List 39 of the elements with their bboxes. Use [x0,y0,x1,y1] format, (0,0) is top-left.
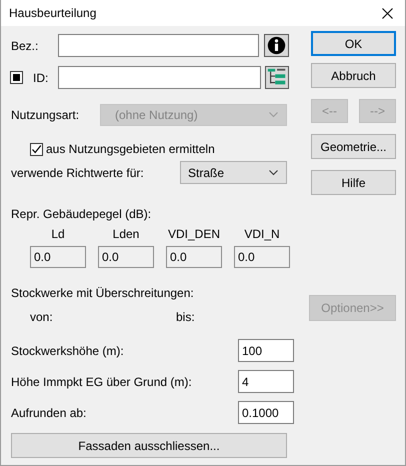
name-field[interactable] [58,34,259,57]
section-label: Repr. Gebäudepegel (dB): [11,206,152,222]
button[interactable]: Abbruch [311,63,396,88]
button[interactable]: Hilfe [311,170,396,195]
column-label: VDI_DEN [166,226,221,242]
checkbox[interactable] [10,71,23,84]
number-field[interactable]: 0.1000 [238,401,294,424]
button[interactable]: Geometrie... [311,134,396,159]
column-label: Ld [50,226,66,242]
checkbox[interactable] [30,142,43,156]
chevron-icon [269,112,278,118]
info-icon[interactable] [264,34,289,57]
field-label: Stockwerkshöhe (m): [11,344,124,358]
tree-list-icon[interactable] [265,66,289,89]
level-field: 0.0 [234,246,290,268]
section-label: Stockwerke mit Überschreitungen: [11,285,194,301]
field-label: Bez.: [11,38,40,52]
number-field[interactable]: 4 [238,370,294,393]
field-label: ID: [33,70,50,84]
window-title: Hausbeurteilung [9,6,98,20]
chevron-icon [269,170,278,176]
field-label: Nutzungsart: [11,108,80,122]
range-label: von: [30,310,54,324]
level-field: 0.0 [30,246,86,268]
number-field[interactable]: 100 [238,339,294,362]
guideline-dropdown[interactable]: Straße [180,161,287,184]
level-field: 0.0 [98,246,154,268]
column-label: Lden [112,226,140,242]
level-field: 0.0 [166,246,222,268]
id-field[interactable] [58,66,261,89]
range-label: bis: [176,310,195,324]
exclude-facades-button[interactable]: Fassaden ausschliessen... [11,433,287,458]
checkbox-label: aus Nutzungsgebieten ermitteln [46,142,215,156]
button[interactable]: OK [311,31,396,56]
close-icon[interactable] [382,8,393,18]
field-label: Aufrunden ab: [11,406,86,420]
column-label: VDI_N [243,226,281,242]
field-label: verwende Richtwerte für: [11,166,145,180]
field-label: Höhe Immpkt EG über Grund (m): [11,374,192,388]
